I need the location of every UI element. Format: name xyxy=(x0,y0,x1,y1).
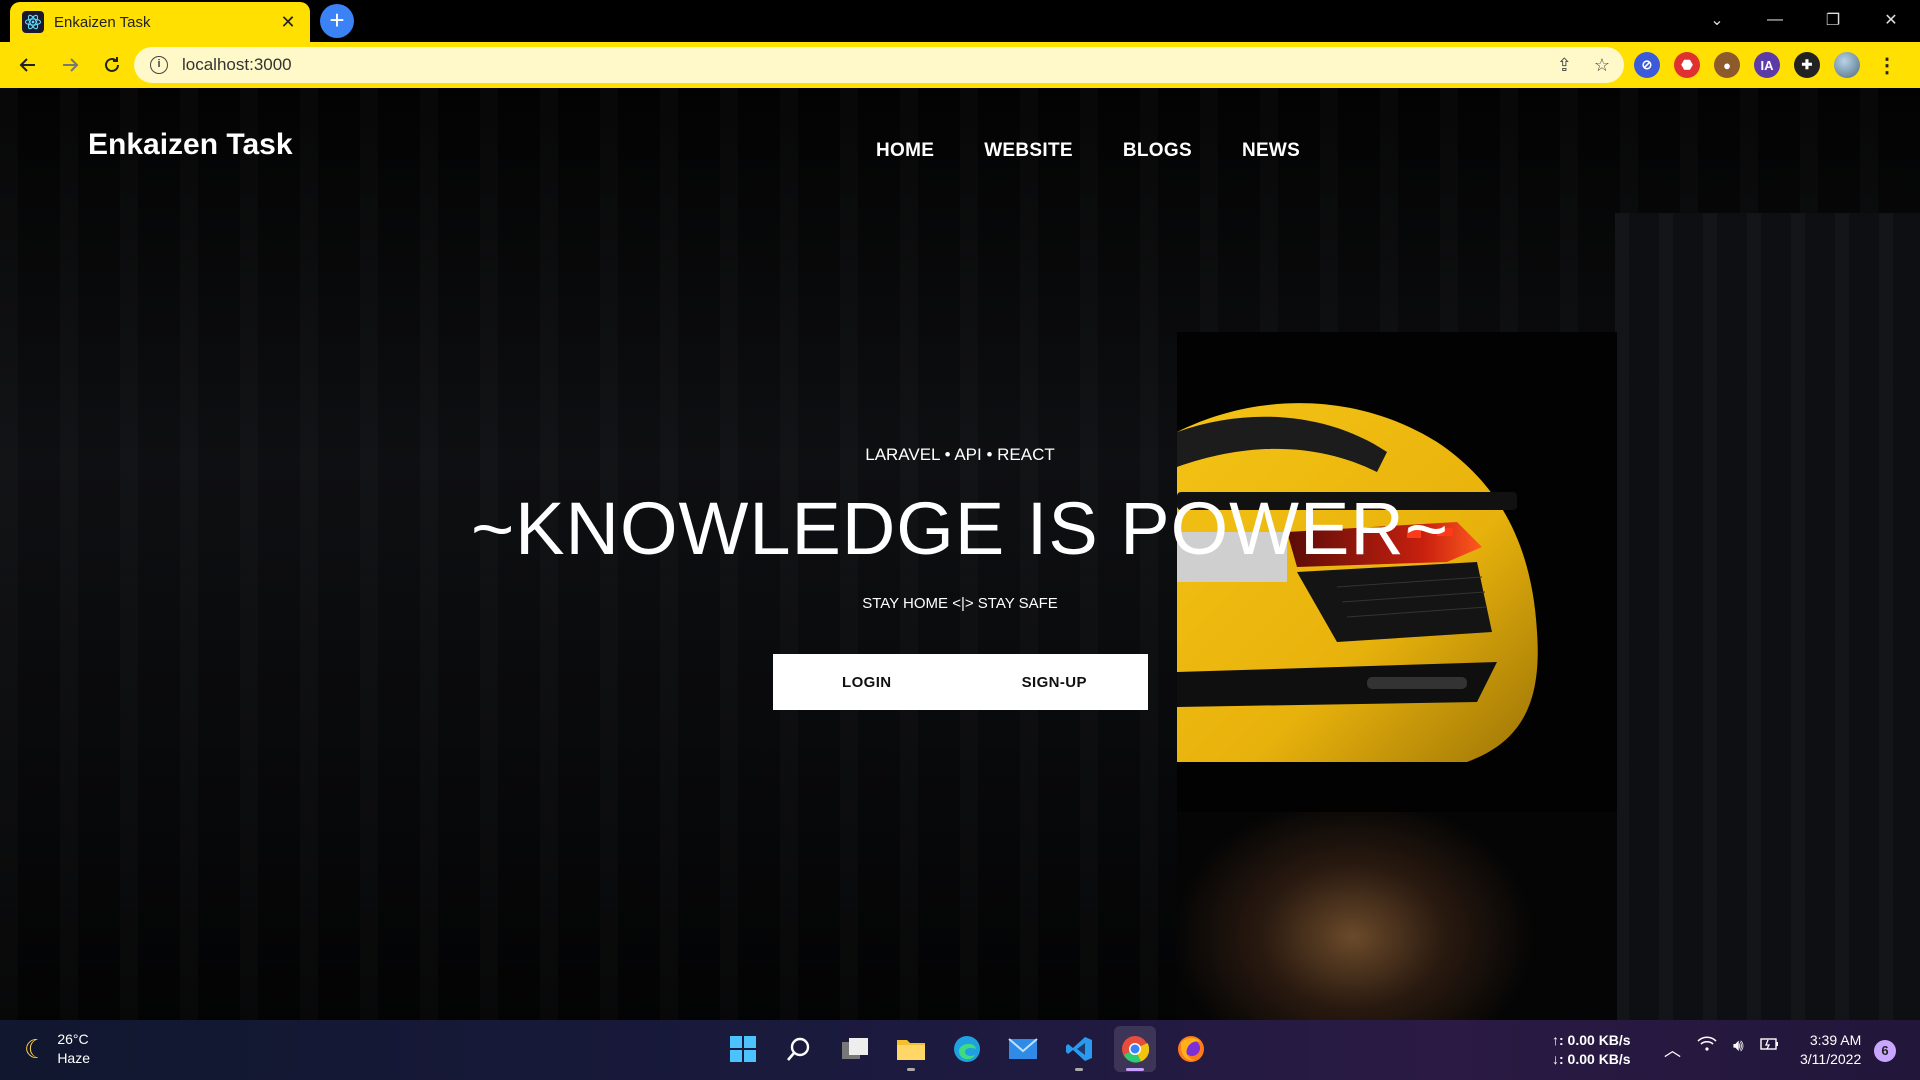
start-button[interactable] xyxy=(722,1026,764,1072)
network-speed: ↑: 0.00 KB/s ↓: 0.00 KB/s xyxy=(1552,1031,1631,1069)
battery-icon[interactable] xyxy=(1760,1036,1780,1061)
adblock-icon[interactable]: ⬣ xyxy=(1674,52,1700,78)
windows-taskbar: ☾ 26°C Haze ↑: 0.00 KB/s ↓: 0.00 KB/s ︿ … xyxy=(0,1020,1920,1080)
file-explorer-button[interactable] xyxy=(890,1026,932,1072)
folder-icon xyxy=(897,1040,925,1060)
edge-button[interactable] xyxy=(946,1026,988,1072)
weather-widget[interactable]: ☾ 26°C Haze xyxy=(24,1030,90,1068)
window-controls: ⌄ — ❐ ✕ xyxy=(1688,0,1920,40)
signup-button[interactable]: SIGN-UP xyxy=(961,654,1149,710)
ia-icon[interactable]: IA xyxy=(1754,52,1780,78)
active-indicator xyxy=(1126,1068,1144,1071)
taskbar-apps xyxy=(722,1026,1212,1072)
puzzle-icon[interactable]: ✚ xyxy=(1794,52,1820,78)
clock[interactable]: 3:39 AM 3/11/2022 xyxy=(1800,1031,1861,1069)
hero-section: LARAVEL • API • REACT ~KNOWLEDGE IS POWE… xyxy=(0,88,1920,1020)
bookmark-star-icon[interactable]: ☆ xyxy=(1594,55,1610,76)
page-viewport: Enkaizen Task HOME WEBSITE BLOGS NEWS LA… xyxy=(0,88,1920,1020)
task-view-icon xyxy=(842,1038,868,1059)
chevron-up-icon[interactable]: ︿ xyxy=(1664,1036,1681,1061)
moon-weather-icon: ☾ xyxy=(24,1033,48,1064)
edge-icon xyxy=(954,1036,980,1062)
tab-title: Enkaizen Task xyxy=(54,13,151,31)
net-upload: ↑: 0.00 KB/s xyxy=(1552,1032,1631,1048)
weather-temp: 26°C xyxy=(57,1031,89,1047)
back-arrow-icon xyxy=(19,58,35,72)
chrome-icon xyxy=(1122,1036,1149,1063)
browser-toolbar: i localhost:3000 ⇪ ☆ ⊘ ⬣ ● IA ✚ ⋮ xyxy=(0,42,1920,88)
browser-menu-icon[interactable]: ⋮ xyxy=(1874,52,1900,78)
firefox-icon xyxy=(1178,1036,1204,1062)
browser-titlebar: Enkaizen Task ✕ + ⌄ — ❐ ✕ xyxy=(0,0,1920,42)
clock-date: 3/11/2022 xyxy=(1800,1051,1862,1067)
address-bar[interactable]: i localhost:3000 ⇪ ☆ xyxy=(134,47,1624,83)
restore-button[interactable]: ❐ xyxy=(1804,0,1862,40)
react-favicon-icon xyxy=(22,11,44,33)
tab-close-icon[interactable]: ✕ xyxy=(278,12,298,33)
site-info-icon[interactable]: i xyxy=(150,56,168,74)
net-download: ↓: 0.00 KB/s xyxy=(1552,1051,1631,1067)
hero-tagline: LARAVEL • API • REACT xyxy=(865,445,1055,464)
vscode-button[interactable] xyxy=(1058,1026,1100,1072)
forward-button[interactable] xyxy=(50,45,90,85)
weather-desc: Haze xyxy=(57,1050,90,1066)
close-window-button[interactable]: ✕ xyxy=(1862,0,1920,40)
search-icon xyxy=(787,1037,810,1061)
clock-time: 3:39 AM xyxy=(1809,1032,1862,1048)
reload-icon xyxy=(105,57,119,72)
reload-button[interactable] xyxy=(92,45,132,85)
url-text[interactable]: localhost:3000 xyxy=(182,55,292,75)
login-button[interactable]: LOGIN xyxy=(773,654,961,710)
mail-icon xyxy=(1008,1038,1038,1059)
extensions-row: ⊘ ⬣ ● IA ✚ ⋮ xyxy=(1634,42,1900,88)
hero-subtitle: STAY HOME <|> STAY SAFE xyxy=(862,595,1058,612)
hero-title: ~KNOWLEDGE IS POWER~ xyxy=(470,487,1450,570)
volume-icon[interactable]: 🔊︎ xyxy=(1733,1036,1744,1061)
blocker-icon[interactable]: ⊘ xyxy=(1634,52,1660,78)
back-button[interactable] xyxy=(8,45,48,85)
system-tray: ︿ 🔊︎ xyxy=(1664,1036,1780,1061)
running-indicator xyxy=(1075,1068,1083,1071)
windows-logo-icon xyxy=(730,1036,756,1062)
browser-tab[interactable]: Enkaizen Task ✕ xyxy=(10,2,310,42)
task-view-button[interactable] xyxy=(834,1026,876,1072)
cookie-icon[interactable]: ● xyxy=(1714,52,1740,78)
chrome-button[interactable] xyxy=(1114,1026,1156,1072)
firefox-button[interactable] xyxy=(1170,1026,1212,1072)
new-tab-button[interactable]: + xyxy=(320,4,354,38)
search-button[interactable] xyxy=(778,1026,820,1072)
wifi-icon[interactable] xyxy=(1697,1036,1717,1061)
mail-button[interactable] xyxy=(1002,1026,1044,1072)
notification-badge[interactable]: 6 xyxy=(1874,1040,1896,1062)
vscode-icon xyxy=(1066,1037,1092,1061)
share-icon[interactable]: ⇪ xyxy=(1557,55,1572,76)
running-indicator xyxy=(907,1068,915,1071)
forward-arrow-icon xyxy=(63,58,79,72)
minimize-button[interactable]: — xyxy=(1746,0,1804,40)
tab-search-icon[interactable]: ⌄ xyxy=(1688,0,1746,40)
auth-button-group: LOGIN SIGN-UP xyxy=(773,654,1148,710)
profile-avatar[interactable] xyxy=(1834,52,1860,78)
